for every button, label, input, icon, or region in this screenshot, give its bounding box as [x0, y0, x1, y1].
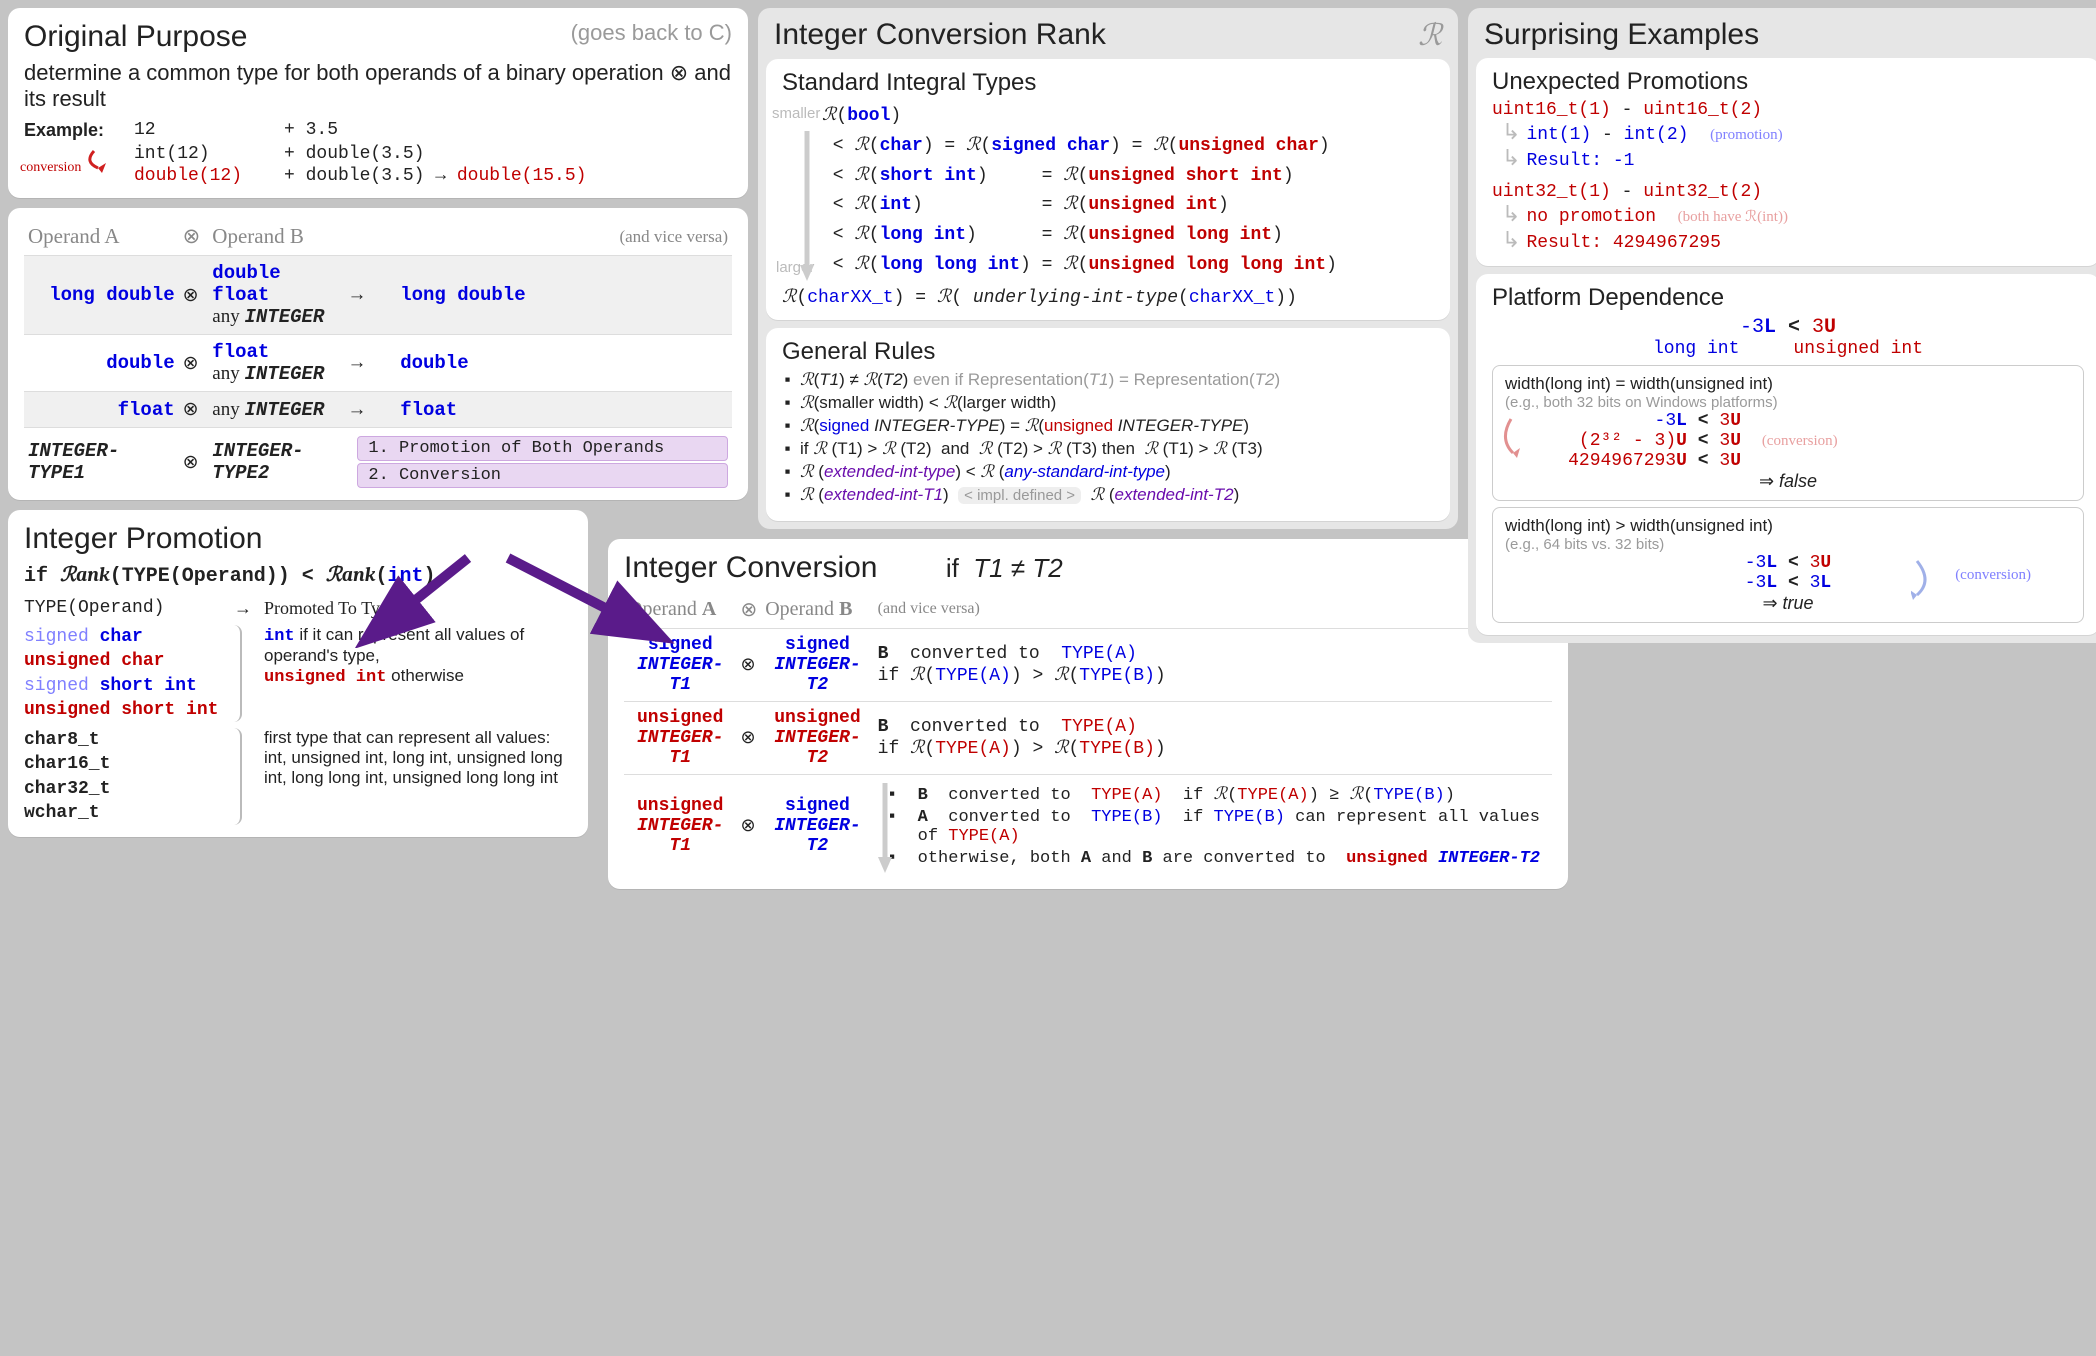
- original-purpose-card: Original Purpose (goes back to C) determ…: [8, 8, 748, 198]
- tensor-icon: ⊗: [179, 218, 209, 256]
- conversion-arrow-icon: [1501, 417, 1521, 461]
- example-text: 12: [134, 120, 284, 142]
- subpanel-title: Unexpected Promotions: [1492, 68, 2084, 96]
- panel-title: Integer Conversion Rank: [774, 18, 1106, 53]
- promotion-desc: first type that can represent all values…: [264, 728, 572, 788]
- panel-title: Original Purpose (goes back to C): [24, 20, 732, 54]
- panel-subtitle: (goes back to C): [571, 20, 732, 46]
- operand-table-card: Operand A ⊗ Operand B (and vice versa) l…: [8, 208, 748, 500]
- surprising-panel: Surprising Examples Unexpected Promotion…: [1468, 8, 2096, 643]
- col-head: Promoted To Type: [264, 598, 572, 619]
- result-text: ⇒ false: [1505, 471, 2071, 492]
- col-head: Operand B: [208, 218, 347, 256]
- brace-icon: [234, 728, 242, 825]
- example-label: Example:: [24, 120, 104, 140]
- example-text: + double(3.5): [284, 144, 732, 164]
- platform-equal-box: width(long int) = width(unsigned int) (e…: [1492, 365, 2084, 501]
- promotion-tag: 1. Promotion of Both Operands: [357, 436, 728, 461]
- purpose-description: determine a common type for both operand…: [24, 60, 732, 112]
- integer-conversion-card: Integer Conversion if T1 ≠ T2 Operand A …: [608, 539, 1568, 889]
- rank-panel: Integer Conversion Rank ℛ Standard Integ…: [758, 8, 1458, 529]
- vice-versa-note: (and vice versa): [396, 218, 732, 256]
- col-head: Operand A: [24, 218, 179, 256]
- subpanel-title: General Rules: [782, 338, 1434, 366]
- panel-title: Integer Promotion: [24, 522, 572, 556]
- impl-defined-chip: < impl. defined >: [958, 487, 1081, 504]
- integer-promotion-card: Integer Promotion if ℛank(TYPE(Operand))…: [8, 510, 588, 837]
- smaller-label: smaller: [772, 105, 820, 122]
- down-arrow-icon: [878, 783, 892, 873]
- rank-symbol: ℛ: [1418, 18, 1442, 53]
- subpanel-title: Platform Dependence: [1492, 284, 2084, 312]
- col-head: TYPE(Operand): [24, 598, 224, 618]
- conversion-label: conversion: [20, 160, 81, 176]
- conversion-tag: 2. Conversion: [357, 463, 728, 488]
- conversion-arrow-icon: [88, 148, 178, 174]
- panel-title: Integer Conversion if T1 ≠ T2: [624, 551, 1552, 585]
- conversion-arrow-icon: [1911, 559, 1933, 603]
- example-text: + 3.5: [284, 120, 732, 142]
- panel-title: Surprising Examples: [1476, 18, 2096, 52]
- down-arrow-icon: [800, 131, 814, 281]
- brace-icon: [234, 625, 242, 722]
- subpanel-title: Standard Integral Types: [782, 69, 1434, 97]
- platform-greater-box: width(long int) > width(unsigned int) (e…: [1492, 507, 2084, 623]
- result-text: ⇒ true: [1505, 593, 2071, 614]
